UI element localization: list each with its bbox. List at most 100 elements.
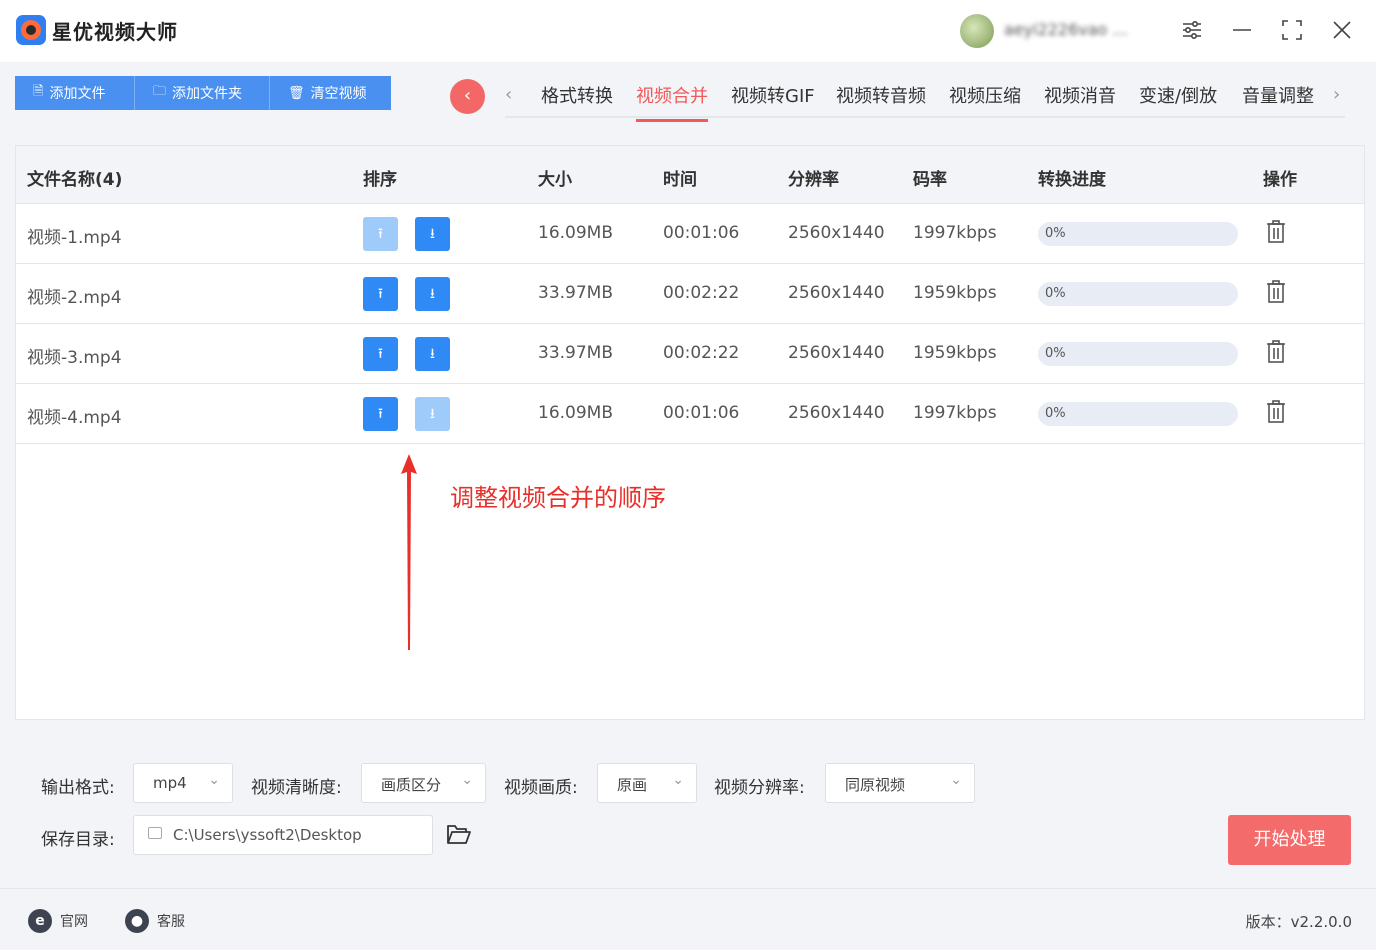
move-up-button[interactable]: ⭱ [363,217,398,251]
chevron-down-icon: ⌄ [208,772,220,788]
file-duration: 00:01:06 [663,403,740,423]
table-row[interactable]: 视频-2.mp4 ⭱ ⭳ 33.97MB 00:02:22 2560x1440 … [16,264,1364,324]
save-path-input[interactable]: C:\Users\yssoft2\Desktop [133,815,433,855]
settings-sliders-icon[interactable] [1178,16,1206,44]
tab-video-mute[interactable]: 视频消音 [1044,82,1116,108]
minimize-icon[interactable] [1228,16,1256,44]
file-size: 16.09MB [538,223,613,243]
delete-trash-icon[interactable] [1266,400,1286,424]
header-sort: 排序 [363,170,397,190]
tabs-prev-icon[interactable]: ‹ [505,84,512,105]
footer: e 官网 ● 客服 版本：v2.2.0.0 [0,888,1376,950]
resolution-select[interactable]: 同原视频 ⌄ [825,763,975,803]
move-down-button[interactable]: ⭳ [415,337,450,371]
tabs-next-icon[interactable]: › [1333,84,1340,105]
website-link[interactable]: e 官网 [28,909,88,933]
save-dir-label: 保存目录: [41,830,115,850]
move-up-button[interactable]: ⭱ [363,397,398,431]
chevron-down-icon: ⌄ [461,772,473,788]
table-row[interactable]: 视频-3.mp4 ⭱ ⭳ 33.97MB 00:02:22 2560x1440 … [16,324,1364,384]
file-size: 16.09MB [538,403,613,423]
clarity-select[interactable]: 画质区分 ⌄ [361,763,486,803]
file-resolution: 2560x1440 [788,223,885,243]
quality-label: 视频画质: [504,778,578,798]
table-header: 文件名称(4) 排序 大小 时间 分辨率 码率 转换进度 操作 [16,146,1364,204]
chat-bubble-icon: ● [125,909,149,933]
output-format-label: 输出格式: [41,778,115,798]
move-up-button[interactable]: ⭱ [363,337,398,371]
move-down-button[interactable]: ⭳ [415,277,450,311]
table-row[interactable]: 视频-1.mp4 ⭱ ⭳ 16.09MB 00:01:06 2560x1440 … [16,204,1364,264]
chevron-down-icon: ⌄ [950,772,962,788]
app-title: 星优视频大师 [52,20,178,44]
file-name: 视频-4.mp4 [27,408,122,428]
output-format-select[interactable]: mp4 ⌄ [133,763,233,803]
version-label: 版本：v2.2.0.0 [1245,913,1352,931]
clear-videos-button[interactable]: 🗑 清空视频 [270,76,391,110]
file-duration: 00:02:22 [663,343,740,363]
collapse-back-icon[interactable]: ‹ [450,79,485,114]
file-toolbar: 🗎 添加文件 🗀 添加文件夹 🗑 清空视频 [15,76,391,110]
add-file-button[interactable]: 🗎 添加文件 [15,76,135,110]
delete-trash-icon[interactable] [1266,220,1286,244]
resolution-label: 视频分辨率: [714,778,805,798]
file-icon: 🗎 [33,84,44,99]
header-filename: 文件名称(4) [27,170,123,190]
ie-browser-icon: e [28,909,52,933]
add-folder-button[interactable]: 🗀 添加文件夹 [135,76,270,110]
function-tabs: ‹ 格式转换 视频合并 视频转GIF 视频转音频 视频压缩 视频消音 变速/倒放… [505,76,1345,122]
tab-speed-reverse[interactable]: 变速/倒放 [1139,82,1217,108]
file-bitrate: 1959kbps [913,343,997,363]
file-resolution: 2560x1440 [788,403,885,423]
close-icon[interactable] [1328,16,1356,44]
tab-video-to-audio[interactable]: 视频转音频 [836,82,926,108]
file-resolution: 2560x1440 [788,343,885,363]
file-name: 视频-2.mp4 [27,288,122,308]
header-resolution: 分辨率 [788,170,839,190]
output-settings: 输出格式: mp4 ⌄ 视频清晰度: 画质区分 ⌄ 视频画质: 原画 ⌄ 视频分辨率:… [0,733,1376,883]
file-table: 文件名称(4) 排序 大小 时间 分辨率 码率 转换进度 操作 视频-1.mp4… [15,145,1365,720]
trash-icon: 🗑 [288,85,305,101]
folder-icon: 🗀 [153,84,167,99]
file-resolution: 2560x1440 [788,283,885,303]
chevron-down-icon: ⌄ [672,772,684,788]
quality-select[interactable]: 原画 ⌄ [597,763,697,803]
tab-video-to-gif[interactable]: 视频转GIF [731,82,815,108]
move-up-button[interactable]: ⭱ [363,277,398,311]
tab-format-convert[interactable]: 格式转换 [541,82,613,108]
open-folder-icon[interactable] [446,823,472,847]
start-process-button[interactable]: 开始处理 [1228,815,1351,865]
clarity-label: 视频清晰度: [251,778,342,798]
user-avatar[interactable] [960,14,994,48]
progress-bar: 0% [1038,402,1238,426]
file-duration: 00:02:22 [663,283,740,303]
file-bitrate: 1959kbps [913,283,997,303]
tab-video-merge[interactable]: 视频合并 [636,82,708,122]
header-size: 大小 [538,170,572,190]
header-action: 操作 [1263,170,1297,190]
header-progress: 转换进度 [1038,170,1106,190]
header-time: 时间 [663,170,697,190]
delete-trash-icon[interactable] [1266,340,1286,364]
file-size: 33.97MB [538,283,613,303]
annotation-arrow-icon [401,454,417,650]
file-name: 视频-3.mp4 [27,348,122,368]
progress-bar: 0% [1038,222,1238,246]
tab-volume-adjust[interactable]: 音量调整 [1242,82,1314,108]
file-bitrate: 1997kbps [913,403,997,423]
delete-trash-icon[interactable] [1266,280,1286,304]
annotation-text: 调整视频合并的顺序 [450,484,666,512]
header-bitrate: 码率 [913,170,947,190]
move-down-button[interactable]: ⭳ [415,397,450,431]
file-size: 33.97MB [538,343,613,363]
maximize-icon[interactable] [1278,16,1306,44]
file-bitrate: 1997kbps [913,223,997,243]
file-duration: 00:01:06 [663,223,740,243]
table-row[interactable]: 视频-4.mp4 ⭱ ⭳ 16.09MB 00:01:06 2560x1440 … [16,384,1364,444]
title-bar: 星优视频大师 aeyi2226vao ... [0,0,1376,62]
tab-video-compress[interactable]: 视频压缩 [949,82,1021,108]
move-down-button[interactable]: ⭳ [415,217,450,251]
file-name: 视频-1.mp4 [27,228,122,248]
support-link[interactable]: ● 客服 [125,909,185,933]
username[interactable]: aeyi2226vao ... [1004,20,1128,39]
